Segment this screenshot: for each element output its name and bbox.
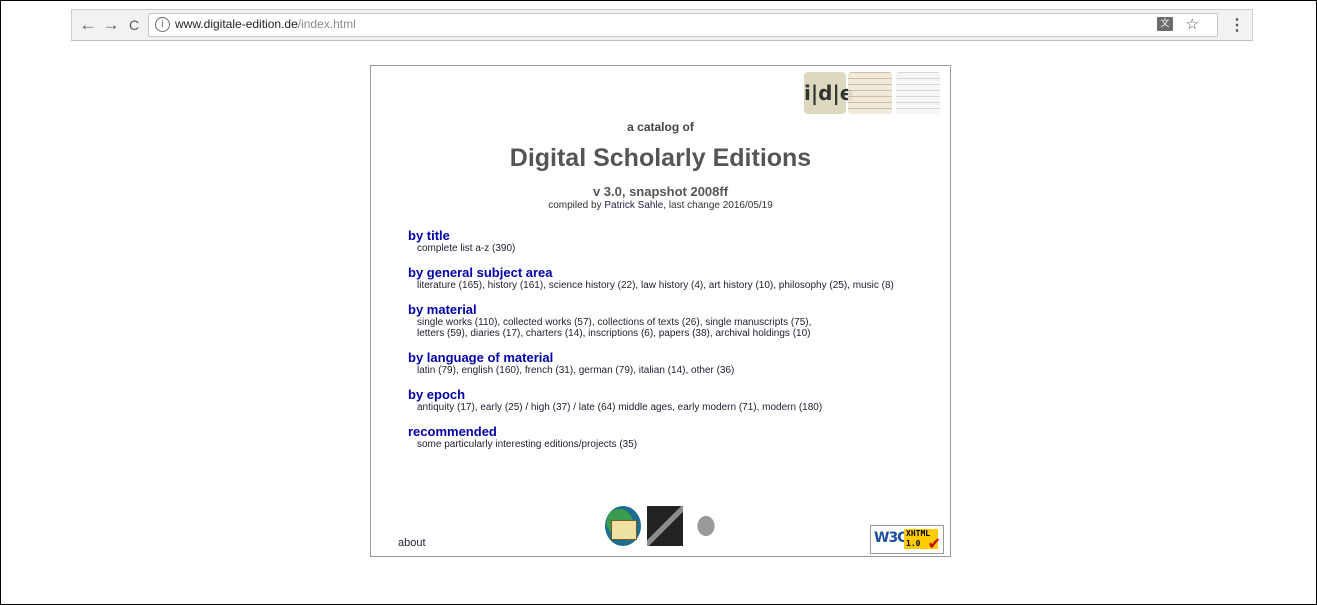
url-path: /index.html	[297, 17, 356, 31]
section-by-epoch: by epoch antiquity (17), early (25) / hi…	[408, 388, 938, 414]
catalog-sections: by title complete list a-z (390) by gene…	[408, 229, 938, 462]
compiled-suffix: , last change 2016/05/19	[663, 200, 773, 211]
ide-logo[interactable]: i|d|e	[804, 72, 853, 114]
author-link[interactable]: Patrick Sahle	[604, 200, 663, 211]
checkmark-icon: ✔	[927, 534, 941, 553]
section-line[interactable]: antiquity (17), early (25) / high (37) /…	[417, 402, 822, 413]
section-line[interactable]: single works (110), collected works (57)…	[417, 317, 811, 328]
url-domain: www.digitale-edition.de	[175, 17, 298, 31]
section-heading[interactable]: by material	[408, 303, 938, 317]
version-text: v 3.0, snapshot 2008ff	[592, 184, 729, 199]
xml-code-logo-image	[896, 72, 940, 114]
info-icon[interactable]: i	[155, 17, 170, 32]
compiled-by-text: compiled by Patrick Sahle, last change 2…	[371, 200, 950, 211]
back-icon[interactable]: ←	[78, 15, 98, 35]
compiled-prefix: compiled by	[548, 200, 605, 211]
manuscript-logo-image	[848, 72, 892, 114]
section-heading[interactable]: by title	[408, 229, 938, 243]
bookmark-star-icon[interactable]: ☆	[1186, 15, 1199, 33]
section-heading[interactable]: recommended	[408, 425, 938, 439]
w3c-logo-text: W3C	[874, 530, 907, 546]
section-line[interactable]: latin (79), english (160), french (31), …	[417, 365, 734, 376]
section-by-title: by title complete list a-z (390)	[408, 229, 938, 255]
section-heading[interactable]: by language of material	[408, 351, 938, 365]
quill-icon[interactable]	[647, 506, 683, 546]
address-bar[interactable]: i www.digitale-edition.de/index.html 文 ☆…	[148, 13, 1245, 37]
translate-icon[interactable]: 文	[1157, 17, 1173, 31]
page-title: Digital Scholarly Editions	[509, 144, 812, 172]
section-line[interactable]: letters (59), diaries (17), charters (14…	[417, 328, 811, 339]
catalog-card: i|d|e a catalog of Digital Scholarly Edi…	[370, 65, 951, 557]
section-heading[interactable]: by general subject area	[408, 266, 938, 280]
section-line[interactable]: literature (165), history (161), science…	[417, 280, 894, 291]
section-heading[interactable]: by epoch	[408, 388, 938, 402]
section-line[interactable]: complete list a-z (390)	[417, 243, 515, 254]
section-line[interactable]: some particularly interesting editions/p…	[417, 439, 637, 450]
url-text[interactable]: www.digitale-edition.de/index.html	[175, 17, 356, 31]
forward-icon[interactable]: →	[101, 15, 121, 35]
w3c-xhtml-badge[interactable]: W3C XHTML 1.0 ✔	[870, 525, 944, 554]
eagle-icon[interactable]	[689, 506, 723, 546]
browser-toolbar: ← → C i www.digitale-edition.de/index.ht…	[71, 9, 1253, 41]
section-by-language: by language of material latin (79), engl…	[408, 351, 938, 377]
about-link[interactable]: about	[398, 537, 426, 549]
browser-menu-icon[interactable]: ⋮	[1229, 16, 1245, 36]
section-recommended: recommended some particularly interestin…	[408, 425, 938, 451]
catalog-subtitle: a catalog of	[627, 120, 694, 134]
section-by-material: by material single works (110), collecte…	[408, 303, 938, 340]
section-by-subject: by general subject area literature (165)…	[408, 266, 938, 292]
globe-book-icon[interactable]	[605, 506, 641, 546]
reload-icon[interactable]: C	[124, 15, 144, 35]
